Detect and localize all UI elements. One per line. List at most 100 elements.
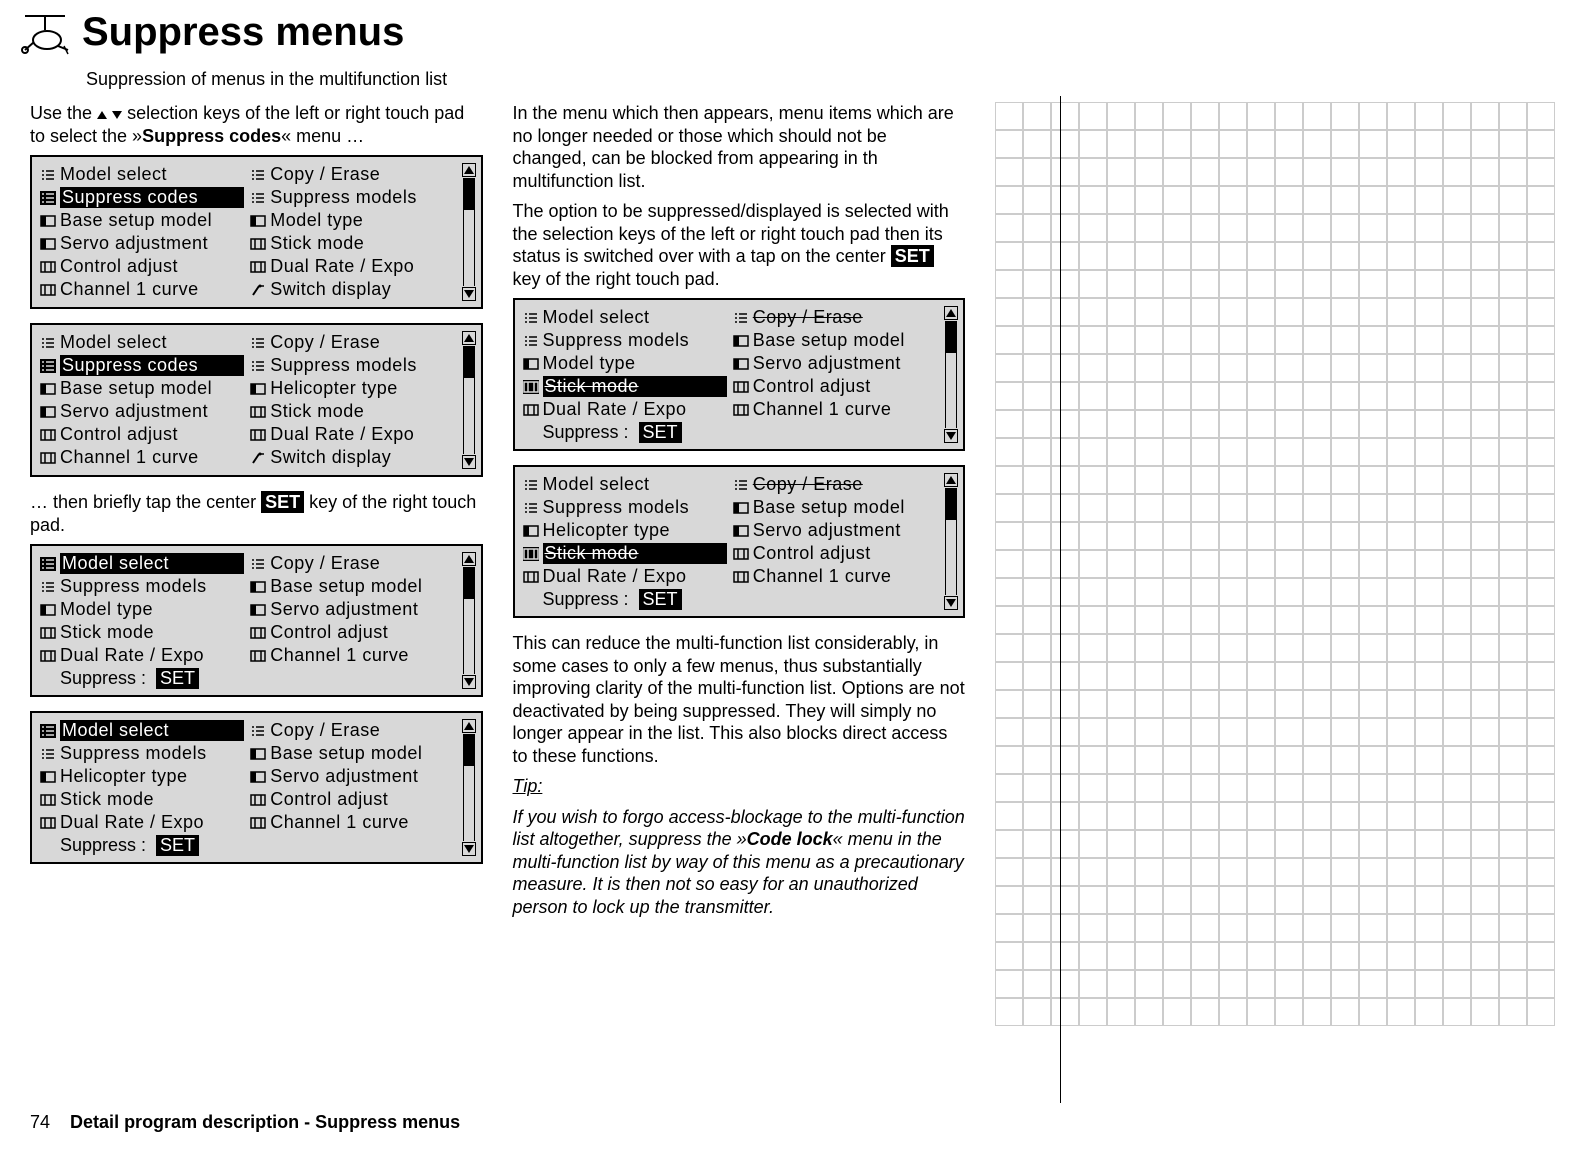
menu-item[interactable]: Servo adjustment <box>733 519 937 542</box>
menu-item[interactable]: Dual Rate / Expo <box>250 255 454 278</box>
menu-item[interactable]: Base setup model <box>250 742 454 765</box>
menu-item[interactable]: Servo adjustment <box>40 232 244 255</box>
scroll-thumb[interactable] <box>946 488 956 520</box>
menu-item[interactable]: Suppress models <box>523 329 727 352</box>
menu-item[interactable]: Copy / Erase <box>250 163 454 186</box>
menu-item[interactable]: Switch display <box>250 446 454 469</box>
scroll-down-icon[interactable] <box>462 842 476 856</box>
scroll-up-icon[interactable] <box>462 163 476 177</box>
menu-item[interactable]: Model type <box>250 209 454 232</box>
menu-item[interactable]: Suppress models <box>40 742 244 765</box>
menu-item[interactable]: Dual Rate / Expo <box>250 423 454 446</box>
scrollbar[interactable] <box>461 163 477 301</box>
menu-item[interactable]: Dual Rate / Expo <box>523 565 727 588</box>
menu-item[interactable]: Channel 1 curve <box>250 644 454 667</box>
scroll-thumb[interactable] <box>946 321 956 353</box>
menu-item[interactable]: Suppress codes <box>40 186 244 209</box>
menu-item[interactable]: Stick mode <box>523 375 727 398</box>
menu-item[interactable]: Servo adjustment <box>733 352 937 375</box>
menu-item[interactable]: Model select <box>40 331 244 354</box>
menu-item[interactable]: Servo adjustment <box>250 598 454 621</box>
set-button[interactable]: SET <box>639 422 682 443</box>
scroll-track[interactable] <box>945 321 957 428</box>
menu-item[interactable]: Copy / Erase <box>733 473 937 496</box>
scroll-down-icon[interactable] <box>462 287 476 301</box>
menu-item[interactable]: Control adjust <box>40 255 244 278</box>
scroll-down-icon[interactable] <box>944 596 958 610</box>
scroll-thumb[interactable] <box>464 567 474 599</box>
menu-item[interactable]: Control adjust <box>733 375 937 398</box>
scrollbar[interactable] <box>943 306 959 443</box>
menu-item[interactable]: Control adjust <box>40 423 244 446</box>
menu-item[interactable]: Stick mode <box>250 400 454 423</box>
menu-item[interactable]: Suppress models <box>250 186 454 209</box>
menu-item[interactable]: Stick mode <box>250 232 454 255</box>
menu-item[interactable]: Helicopter type <box>250 377 454 400</box>
scrollbar[interactable] <box>461 552 477 689</box>
scroll-track[interactable] <box>463 346 475 454</box>
scrollbar[interactable] <box>943 473 959 610</box>
menu-item[interactable]: Switch display <box>250 278 454 301</box>
scroll-track[interactable] <box>463 567 475 674</box>
menu-item[interactable]: Servo adjustment <box>250 765 454 788</box>
scroll-track[interactable] <box>463 734 475 841</box>
menu-item[interactable]: Base setup model <box>733 329 937 352</box>
menu-item[interactable]: Base setup model <box>250 575 454 598</box>
menu-item[interactable]: Dual Rate / Expo <box>40 644 244 667</box>
menu-item[interactable]: Channel 1 curve <box>40 446 244 469</box>
scrollbar[interactable] <box>461 331 477 469</box>
menu-item[interactable]: Channel 1 curve <box>733 565 937 588</box>
menu-item[interactable]: Model type <box>40 598 244 621</box>
menu-item[interactable]: Base setup model <box>40 377 244 400</box>
scroll-up-icon[interactable] <box>462 719 476 733</box>
scroll-thumb[interactable] <box>464 178 474 210</box>
menu-item[interactable]: Model select <box>40 163 244 186</box>
menu-item[interactable]: Model select <box>40 552 244 575</box>
set-button[interactable]: SET <box>639 589 682 610</box>
menu-item[interactable]: Copy / Erase <box>733 306 937 329</box>
menu-item[interactable]: Base setup model <box>40 209 244 232</box>
menu-item[interactable]: Copy / Erase <box>250 331 454 354</box>
scroll-track[interactable] <box>463 178 475 286</box>
set-button[interactable]: SET <box>156 668 199 689</box>
scroll-up-icon[interactable] <box>462 552 476 566</box>
scroll-down-icon[interactable] <box>944 429 958 443</box>
menu-item[interactable]: Model select <box>40 719 244 742</box>
scroll-up-icon[interactable] <box>944 306 958 320</box>
scroll-thumb[interactable] <box>464 346 474 378</box>
menu-item[interactable]: Helicopter type <box>40 765 244 788</box>
scroll-down-icon[interactable] <box>462 675 476 689</box>
set-button[interactable]: SET <box>156 835 199 856</box>
grid-cell <box>1331 410 1359 438</box>
menu-item[interactable]: Stick mode <box>40 621 244 644</box>
menu-item[interactable]: Channel 1 curve <box>40 278 244 301</box>
scroll-track[interactable] <box>945 488 957 595</box>
menu-item[interactable]: Dual Rate / Expo <box>523 398 727 421</box>
menu-item[interactable]: Stick mode <box>40 788 244 811</box>
menu-item[interactable]: Control adjust <box>250 788 454 811</box>
menu-item[interactable]: Base setup model <box>733 496 937 519</box>
scroll-up-icon[interactable] <box>462 331 476 345</box>
grid-cell <box>1303 550 1331 578</box>
menu-item[interactable]: Channel 1 curve <box>250 811 454 834</box>
menu-item[interactable]: Helicopter type <box>523 519 727 542</box>
menu-item[interactable]: Stick mode <box>523 542 727 565</box>
menu-item[interactable]: Suppress codes <box>40 354 244 377</box>
menu-item[interactable]: Copy / Erase <box>250 719 454 742</box>
scrollbar[interactable] <box>461 719 477 856</box>
menu-item[interactable]: Control adjust <box>250 621 454 644</box>
scroll-thumb[interactable] <box>464 734 474 766</box>
scroll-up-icon[interactable] <box>944 473 958 487</box>
menu-item[interactable]: Suppress models <box>523 496 727 519</box>
menu-item[interactable]: Suppress models <box>250 354 454 377</box>
menu-item[interactable]: Suppress models <box>40 575 244 598</box>
scroll-down-icon[interactable] <box>462 455 476 469</box>
menu-item[interactable]: Model select <box>523 306 727 329</box>
menu-item[interactable]: Channel 1 curve <box>733 398 937 421</box>
menu-item[interactable]: Model type <box>523 352 727 375</box>
menu-item[interactable]: Model select <box>523 473 727 496</box>
menu-item[interactable]: Copy / Erase <box>250 552 454 575</box>
menu-item[interactable]: Control adjust <box>733 542 937 565</box>
menu-item[interactable]: Servo adjustment <box>40 400 244 423</box>
menu-item[interactable]: Dual Rate / Expo <box>40 811 244 834</box>
